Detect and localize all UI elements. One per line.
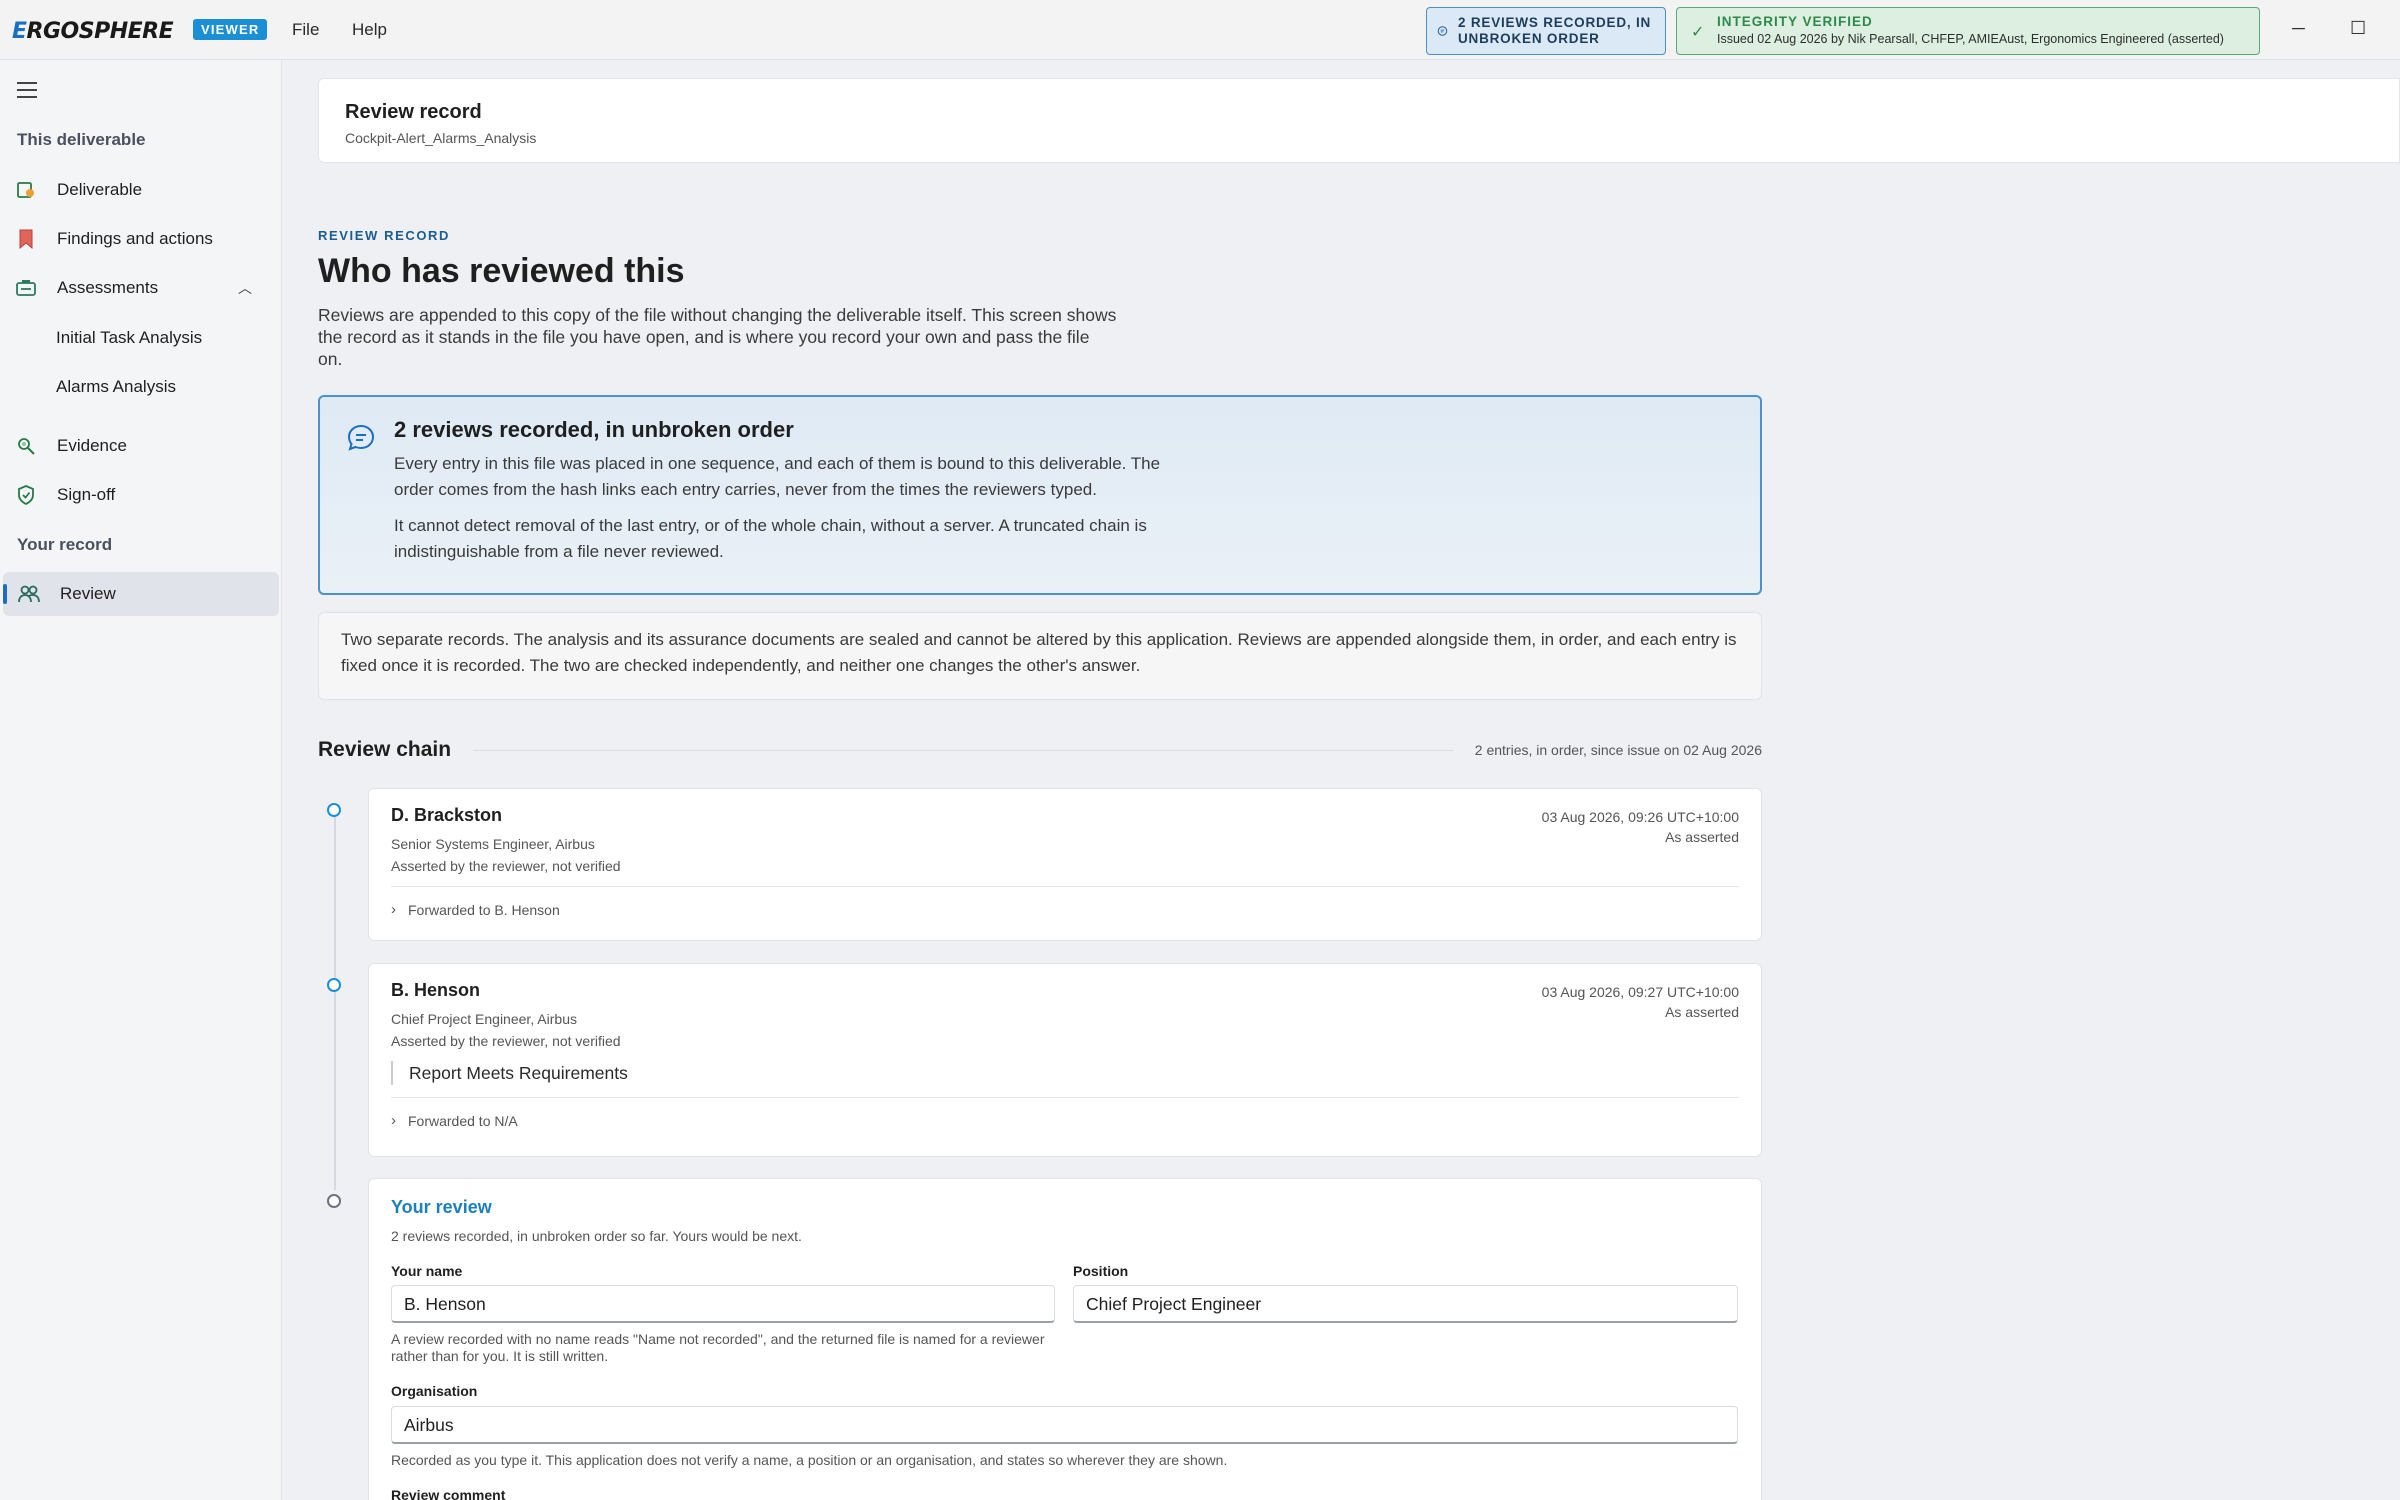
- notice-paragraph: It cannot detect removal of the last ent…: [394, 516, 1147, 561]
- forwarded-toggle[interactable]: › Forwarded to N/A: [391, 1112, 1739, 1129]
- integrity-detail: Issued 02 Aug 2026 by Nik Pearsall, CHFE…: [1717, 32, 2224, 46]
- deliverable-icon: [15, 179, 37, 201]
- sidebar-item-label: Deliverable: [57, 180, 143, 199]
- ergosphere-logo: ERGOSPHERE: [12, 18, 174, 44]
- sidebar-item-label: Review: [60, 584, 116, 603]
- divider: [391, 886, 1739, 887]
- timeline-line: [334, 810, 336, 1190]
- sidebar-item-evidence[interactable]: Evidence: [0, 424, 276, 468]
- separate-records-note: Two separate records. The analysis and i…: [318, 612, 1762, 700]
- comment-icon: [1437, 26, 1448, 36]
- review-status-notice: 2 reviews recorded, in unbroken order Ev…: [318, 395, 1762, 595]
- reviewer-name: D. Brackston: [391, 805, 503, 825]
- review-record-header: Review record Cockpit-Alert_Alarms_Analy…: [318, 78, 2400, 163]
- timeline-dot: [327, 1194, 341, 1208]
- divider: [473, 749, 1453, 751]
- section-your-record: Your record: [17, 535, 113, 554]
- reviewer-name: B. Henson: [391, 980, 481, 1000]
- chevron-up-icon[interactable]: ︿: [238, 278, 252, 298]
- shield-icon: [15, 484, 37, 506]
- integrity-title: INTEGRITY VERIFIED: [1717, 14, 1873, 29]
- review-entry: B. Henson 03 Aug 2026, 09:27 UTC+10:00 A…: [368, 963, 1762, 1157]
- reviewer-asserted-note: Asserted by the reviewer, not verified: [391, 858, 621, 874]
- sidebar-item-label: Findings and actions: [57, 229, 213, 248]
- review-timestamp: 03 Aug 2026, 09:27 UTC+10:00 As asserted: [1541, 984, 1739, 1020]
- page-intro: Reviews are appended to this copy of the…: [318, 305, 1117, 369]
- review-entry: D. Brackston 03 Aug 2026, 09:26 UTC+10:0…: [368, 788, 1762, 941]
- review-chain-header: Review chain 2 entries, in order, since …: [318, 737, 1762, 763]
- position-input[interactable]: Chief Project Engineer: [1073, 1285, 1738, 1323]
- timeline-dot: [327, 978, 341, 992]
- viewer-mode-badge: VIEWER: [193, 19, 268, 40]
- maximize-icon[interactable]: ☐: [2350, 18, 2366, 39]
- check-icon: ✓: [1691, 24, 1705, 41]
- menu-help[interactable]: Help: [352, 20, 387, 40]
- sidebar-item-label: Assessments: [57, 278, 159, 297]
- minimize-icon[interactable]: ─: [2292, 18, 2305, 39]
- reviewer-asserted-note: Asserted by the reviewer, not verified: [391, 1033, 621, 1049]
- timeline-dot: [327, 803, 341, 817]
- your-review-subtitle: 2 reviews recorded, in unbroken order so…: [391, 1228, 802, 1244]
- review-status-pill[interactable]: 2 REVIEWS RECORDED, IN UNBROKEN ORDER: [1426, 7, 1666, 55]
- sidebar-item-assessments[interactable]: Assessments ︿: [0, 266, 276, 310]
- header-title: Review record: [345, 101, 482, 123]
- evidence-icon: [15, 435, 37, 457]
- organisation-input[interactable]: Airbus: [391, 1406, 1738, 1444]
- sidebar-item-label: Initial Task Analysis: [56, 328, 203, 347]
- name-label: Your name: [391, 1263, 463, 1279]
- comment-icon: [347, 424, 375, 451]
- people-icon: [18, 583, 40, 605]
- page-title: Who has reviewed this: [318, 252, 685, 290]
- sidebar-item-initial-task-analysis[interactable]: Initial Task Analysis: [0, 316, 276, 360]
- chevron-right-icon: ›: [391, 901, 396, 918]
- review-comment: Report Meets Requirements: [391, 1061, 1739, 1085]
- section-this-deliverable: This deliverable: [17, 130, 146, 149]
- reviewer-role: Senior Systems Engineer, Airbus: [391, 836, 595, 852]
- sidebar-item-label: Alarms Analysis: [56, 377, 176, 396]
- integrity-status-pill[interactable]: ✓ INTEGRITY VERIFIED Issued 02 Aug 2026 …: [1676, 7, 2260, 55]
- review-status-text: 2 REVIEWS RECORDED, IN UNBROKEN ORDER: [1457, 15, 1652, 46]
- forwarded-toggle[interactable]: › Forwarded to B. Henson: [391, 901, 1739, 918]
- notice-title: 2 reviews recorded, in unbroken order: [394, 417, 794, 442]
- header-subtitle: Cockpit-Alert_Alarms_Analysis: [345, 130, 537, 146]
- sidebar-item-label: Sign-off: [57, 485, 116, 504]
- review-timestamp: 03 Aug 2026, 09:26 UTC+10:00 As asserted: [1541, 809, 1739, 845]
- divider: [391, 1097, 1739, 1098]
- review-chain-meta: 2 entries, in order, since issue on 02 A…: [1474, 742, 1762, 758]
- your-review-form: Your review 2 reviews recorded, in unbro…: [368, 1178, 1762, 1500]
- notice-paragraph: Every entry in this file was placed in o…: [394, 454, 1161, 499]
- title-bar: ERGOSPHERE VIEWER File Help 2 REVIEWS RE…: [0, 0, 2400, 60]
- organisation-label: Organisation: [391, 1383, 478, 1399]
- review-chain-title: Review chain: [318, 738, 452, 761]
- name-input[interactable]: B. Henson: [391, 1285, 1055, 1323]
- sidebar: This deliverable Deliverable Findings an…: [0, 60, 282, 1500]
- name-hint: A review recorded with no name reads "Na…: [391, 1331, 1045, 1364]
- review-comment-label: Review comment: [391, 1487, 506, 1500]
- forwarded-label: Forwarded to B. Henson: [408, 901, 560, 918]
- sidebar-item-review[interactable]: Review: [3, 572, 279, 616]
- page-eyebrow: REVIEW RECORD: [318, 228, 451, 243]
- menu-file[interactable]: File: [292, 20, 319, 40]
- organisation-hint: Recorded as you type it. This applicatio…: [391, 1452, 1228, 1468]
- hamburger-menu-icon[interactable]: [17, 82, 37, 98]
- sidebar-item-findings[interactable]: Findings and actions: [0, 217, 276, 261]
- sidebar-item-alarms-analysis[interactable]: Alarms Analysis: [0, 365, 276, 409]
- assessments-icon: [15, 277, 37, 299]
- your-review-title: Your review: [391, 1197, 492, 1217]
- sidebar-item-sign-off[interactable]: Sign-off: [0, 473, 276, 517]
- forwarded-label: Forwarded to N/A: [408, 1112, 518, 1129]
- chevron-right-icon: ›: [391, 1112, 396, 1129]
- sidebar-item-label: Evidence: [57, 436, 127, 455]
- bookmark-icon: [15, 228, 37, 250]
- reviewer-role: Chief Project Engineer, Airbus: [391, 1011, 577, 1027]
- sidebar-item-deliverable[interactable]: Deliverable: [0, 168, 276, 212]
- position-label: Position: [1073, 1263, 1129, 1279]
